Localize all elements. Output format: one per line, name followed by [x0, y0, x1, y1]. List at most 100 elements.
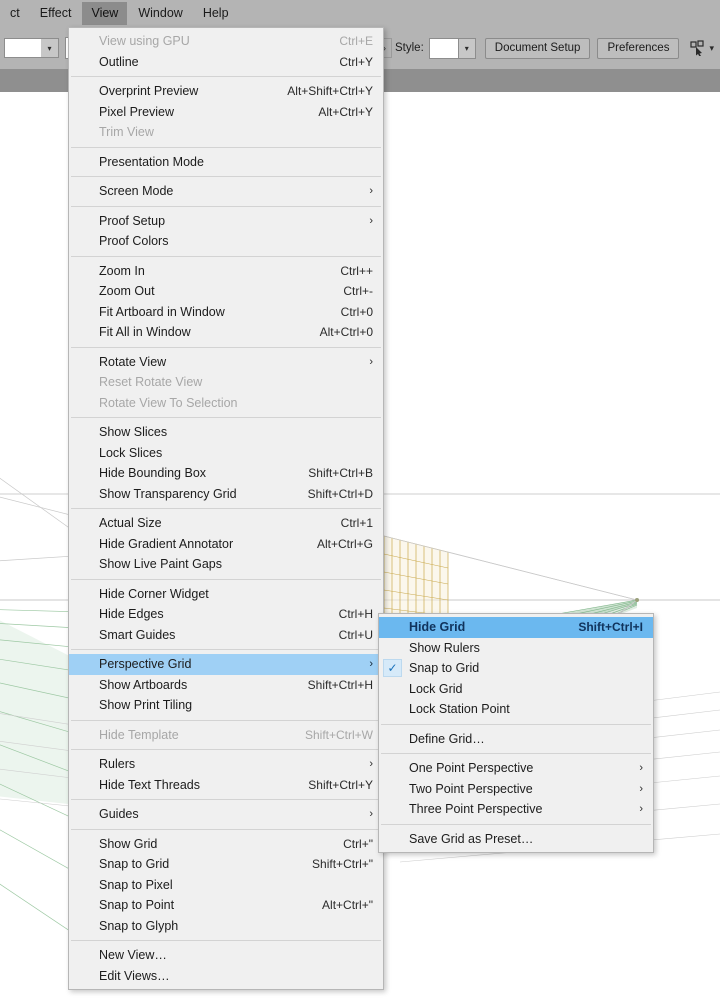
menu-item-label: Zoom Out — [99, 284, 155, 299]
menu-item-label: Rulers — [99, 757, 136, 772]
view-menu-item-perspective-grid[interactable]: Perspective Grid › — [69, 654, 383, 675]
view-menu-item-show-live-paint-gaps[interactable]: Show Live Paint Gaps — [69, 554, 383, 575]
view-menu-item-hide-bounding-box[interactable]: Hide Bounding Box Shift+Ctrl+B — [69, 463, 383, 484]
select-similar-chevron-down-icon[interactable]: ▾ — [709, 43, 714, 54]
perspective-menu-item-lock-grid[interactable]: Lock Grid — [379, 679, 653, 700]
opacity-field[interactable] — [5, 39, 41, 57]
view-menu-item-edit-views[interactable]: Edit Views… — [69, 966, 383, 987]
view-menu-item-hide-edges[interactable]: Hide Edges Ctrl+H — [69, 604, 383, 625]
select-similar-icon[interactable] — [690, 40, 707, 56]
menu-item-label: Actual Size — [99, 516, 162, 531]
perspective-menu-item-lock-station-point[interactable]: Lock Station Point — [379, 699, 653, 720]
view-menu-item-show-transparency-grid[interactable]: Show Transparency Grid Shift+Ctrl+D — [69, 484, 383, 505]
illustrator-window: ct Effect View Window Help ▾ › Style: ▾ … — [0, 0, 720, 999]
menu-item-shortcut: Alt+Shift+Ctrl+Y — [287, 84, 373, 99]
chevron-down-icon[interactable]: ▾ — [41, 39, 58, 57]
menu-item-label: Smart Guides — [99, 627, 176, 642]
menu-separator — [381, 723, 651, 725]
menu-item-shortcut: Alt+Ctrl+" — [322, 898, 373, 913]
select-similar-group[interactable]: ▾ — [690, 40, 714, 56]
menubar-item-view[interactable]: View — [82, 2, 128, 25]
view-menu-item-show-grid[interactable]: Show Grid Ctrl+" — [69, 834, 383, 855]
view-menu-item-rulers[interactable]: Rulers › — [69, 754, 383, 775]
perspective-menu-item-define-grid[interactable]: Define Grid… — [379, 729, 653, 750]
view-menu-item-zoom-out[interactable]: Zoom Out Ctrl+- — [69, 281, 383, 302]
perspective-menu-item-two-point-perspective[interactable]: Two Point Perspective › — [379, 779, 653, 800]
perspective-menu-item-hide-grid[interactable]: Hide Grid Shift+Ctrl+I — [379, 617, 653, 638]
menu-separator — [71, 508, 381, 509]
preferences-button[interactable]: Preferences — [597, 37, 680, 59]
menu-item-label: Define Grid… — [409, 731, 485, 746]
menu-item-shortcut: Shift+Ctrl+" — [312, 857, 373, 872]
menu-separator — [71, 940, 381, 941]
menu-separator — [71, 146, 381, 148]
menu-item-shortcut: Ctrl+U — [338, 627, 373, 642]
view-menu-item-proof-colors[interactable]: Proof Colors — [69, 231, 383, 252]
menu-item-label: Show Rulers — [409, 640, 480, 655]
menu-item-label: Lock Station Point — [409, 702, 510, 717]
opacity-dropdown[interactable]: ▾ — [4, 38, 59, 58]
view-menu-item-rotate-view-to-selection: Rotate View To Selection — [69, 393, 383, 414]
menu-item-shortcut: Ctrl+- — [343, 284, 373, 299]
menu-separator — [71, 176, 381, 177]
application-menu-bar[interactable]: ct Effect View Window Help — [0, 0, 720, 27]
menu-separator — [71, 255, 381, 257]
menu-item-label: Show Slices — [99, 425, 168, 440]
perspective-menu-item-snap-to-grid[interactable]: ✓ Snap to Grid — [379, 658, 653, 679]
style-swatch-dropdown[interactable] — [428, 37, 459, 59]
view-menu-item-hide-corner-widget[interactable]: Hide Corner Widget — [69, 584, 383, 605]
perspective-grid-submenu[interactable]: Hide Grid Shift+Ctrl+I Show Rulers ✓ Snap to… — [378, 613, 654, 853]
view-menu-item-guides[interactable]: Guides › — [69, 804, 383, 825]
view-menu-item-zoom-in[interactable]: Zoom In Ctrl++ — [69, 261, 383, 282]
menu-separator — [71, 749, 381, 750]
view-menu-item-proof-setup[interactable]: Proof Setup › — [69, 211, 383, 232]
menu-item-label: Fit All in Window — [99, 325, 191, 340]
view-menu-item-smart-guides[interactable]: Smart Guides Ctrl+U — [69, 625, 383, 646]
document-setup-button[interactable]: Document Setup — [484, 37, 591, 59]
view-menu-item-show-artboards[interactable]: Show Artboards Shift+Ctrl+H — [69, 675, 383, 696]
perspective-menu-item-show-rulers[interactable]: Show Rulers — [379, 638, 653, 659]
view-menu-item-show-print-tiling[interactable]: Show Print Tiling — [69, 695, 383, 716]
view-menu-item-trim-view: Trim View — [69, 122, 383, 143]
menu-item-shortcut: Ctrl+Y — [339, 54, 373, 69]
view-menu-item-snap-to-pixel[interactable]: Snap to Pixel — [69, 875, 383, 896]
view-menu-item-snap-to-glyph[interactable]: Snap to Glyph — [69, 916, 383, 937]
view-menu-item-rotate-view[interactable]: Rotate View › — [69, 352, 383, 373]
view-menu-item-screen-mode[interactable]: Screen Mode › — [69, 181, 383, 202]
view-menu-item-snap-to-point[interactable]: Snap to Point Alt+Ctrl+" — [69, 895, 383, 916]
menu-item-label: Edit Views… — [99, 968, 170, 983]
view-menu-item-presentation-mode[interactable]: Presentation Mode — [69, 152, 383, 173]
view-menu-item-pixel-preview[interactable]: Pixel Preview Alt+Ctrl+Y — [69, 102, 383, 123]
menu-separator — [71, 828, 381, 830]
view-menu-item-show-slices[interactable]: Show Slices — [69, 422, 383, 443]
view-menu-item-hide-text-threads[interactable]: Hide Text Threads Shift+Ctrl+Y — [69, 775, 383, 796]
menubar-item-effect[interactable]: Effect — [31, 2, 81, 25]
view-menu-dropdown[interactable]: View using GPU Ctrl+E Outline Ctrl+Y Overpri… — [68, 27, 384, 990]
view-menu-item-overprint-preview[interactable]: Overprint Preview Alt+Shift+Ctrl+Y — [69, 81, 383, 102]
menubar-item-object[interactable]: ct — [1, 2, 29, 25]
menu-item-label: Two Point Perspective — [409, 781, 533, 796]
view-menu-item-fit-all-in-window[interactable]: Fit All in Window Alt+Ctrl+0 — [69, 322, 383, 343]
chevron-right-icon: › — [369, 355, 373, 368]
perspective-menu-item-three-point-perspective[interactable]: Three Point Perspective › — [379, 799, 653, 820]
menu-separator — [381, 823, 651, 825]
style-chevron-down-icon[interactable]: ▾ — [458, 37, 476, 59]
menubar-item-window[interactable]: Window — [129, 2, 191, 25]
menubar-item-help[interactable]: Help — [194, 2, 238, 25]
menu-item-label: Snap to Grid — [409, 661, 480, 676]
menu-separator — [71, 799, 381, 800]
chevron-right-icon: › — [639, 762, 643, 775]
menu-item-label: Proof Colors — [99, 234, 169, 249]
view-menu-item-actual-size[interactable]: Actual Size Ctrl+1 — [69, 513, 383, 534]
view-menu-item-hide-gradient-annotator[interactable]: Hide Gradient Annotator Alt+Ctrl+G — [69, 534, 383, 555]
view-menu-item-lock-slices[interactable]: Lock Slices — [69, 443, 383, 464]
menu-separator — [71, 578, 381, 580]
view-menu-item-fit-artboard-in-window[interactable]: Fit Artboard in Window Ctrl+0 — [69, 302, 383, 323]
perspective-menu-item-save-grid-as-preset[interactable]: Save Grid as Preset… — [379, 829, 653, 850]
perspective-menu-item-one-point-perspective[interactable]: One Point Perspective › — [379, 758, 653, 779]
view-menu-item-new-view[interactable]: New View… — [69, 945, 383, 966]
menu-item-label: Hide Gradient Annotator — [99, 536, 234, 551]
style-swatch[interactable] — [429, 38, 458, 58]
view-menu-item-outline[interactable]: Outline Ctrl+Y — [69, 52, 383, 73]
view-menu-item-snap-to-grid[interactable]: Snap to Grid Shift+Ctrl+" — [69, 854, 383, 875]
